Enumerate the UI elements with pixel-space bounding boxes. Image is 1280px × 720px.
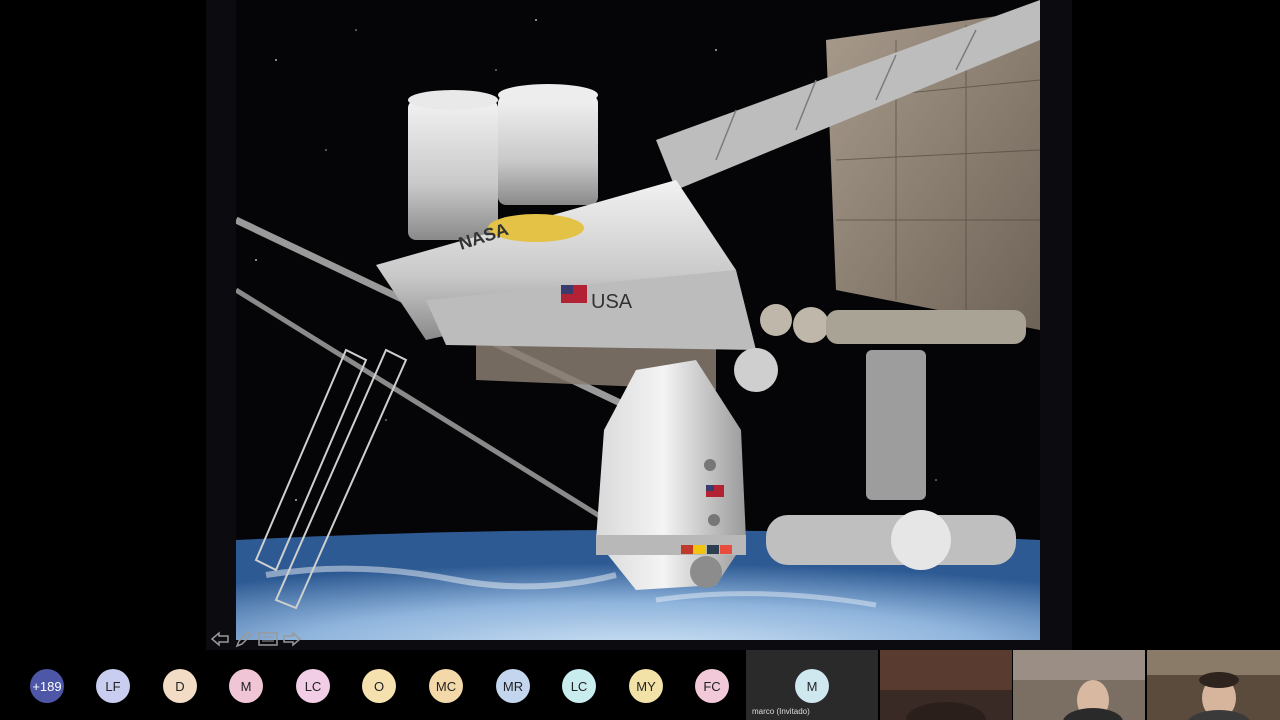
slide-toolbar [210,628,302,650]
arrow-left-icon[interactable] [210,629,230,649]
participant-avatar[interactable]: M [229,669,263,703]
slide-frame: NASA USA [206,0,1072,650]
participant-avatar[interactable]: D [163,669,197,703]
participant-avatar[interactable]: LC [296,669,330,703]
video-feed [880,650,1012,720]
presentation-area: NASA USA [0,0,1280,650]
guest-avatar: M [795,669,829,703]
participant-avatar[interactable]: MC [429,669,463,703]
guest-name-label: marco (Invitado) [752,707,810,716]
arrow-right-icon[interactable] [282,629,302,649]
participant-avatar[interactable]: FC [695,669,729,703]
participant-avatar[interactable]: LF [96,669,130,703]
participant-video-tile[interactable] [880,650,1012,720]
video-feed [1013,650,1145,720]
usa-module-text: USA [591,291,633,313]
participant-avatar[interactable]: MY [629,669,663,703]
participant-avatar[interactable]: MR [496,669,530,703]
participant-video-tile[interactable] [1013,650,1145,720]
slide-menu-icon[interactable] [258,629,278,649]
participant-avatar[interactable]: LC [562,669,596,703]
shared-slide: NASA USA [236,0,1040,640]
pen-icon[interactable] [234,629,254,649]
participant-avatar[interactable]: O [362,669,396,703]
participants-overflow-count[interactable]: +189 [30,669,64,703]
space-station-illustration: NASA USA [236,0,1040,640]
video-feed [1147,650,1280,720]
participant-tile-guest[interactable]: M marco (Invitado) [746,650,878,720]
participant-video-tile[interactable] [1147,650,1280,720]
